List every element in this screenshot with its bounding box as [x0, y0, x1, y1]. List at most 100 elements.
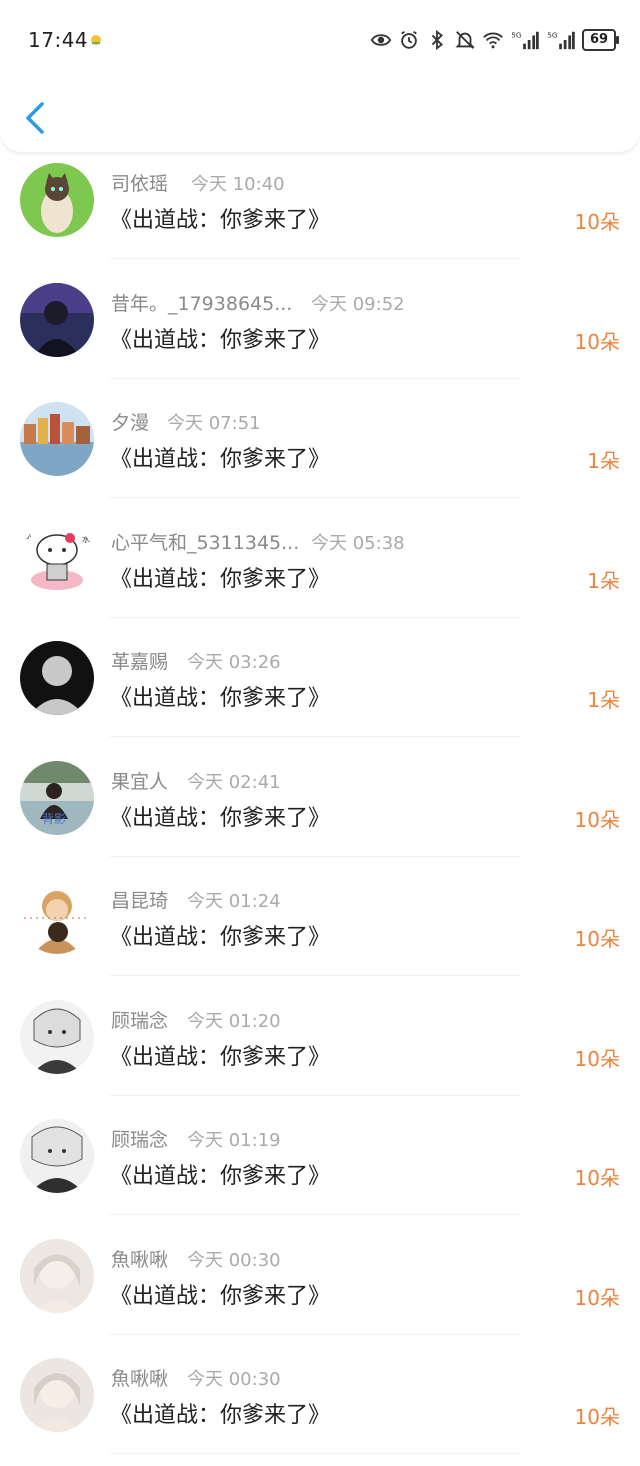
doll-avatar: [20, 1238, 94, 1313]
timestamp: 今天 00:30: [187, 1369, 281, 1390]
flower-count: 10朵: [574, 1166, 620, 1190]
timestamp: 今天 03:26: [187, 652, 281, 673]
work-title[interactable]: 《出道战：你爹来了》: [110, 322, 330, 354]
list-item[interactable]: 魚啾啾 今天 00:30 《出道战：你爹来了》 10朵: [0, 1228, 640, 1347]
timestamp: 今天 09:52: [311, 293, 405, 315]
eye-icon: [370, 34, 392, 46]
mute-icon: [455, 31, 475, 49]
row-divider: [110, 377, 520, 379]
manga-avatar: [20, 999, 94, 1074]
status-bar: 17:44 5G 5G 69: [0, 0, 640, 80]
timestamp: 今天 07:51: [167, 413, 261, 434]
status-time: 17:44: [28, 28, 89, 52]
row-divider: [110, 258, 520, 259]
alarm-icon: [401, 30, 417, 49]
svg-text:5G: 5G: [511, 30, 522, 39]
list-item[interactable]: 夕漫 今天 07:51 《出道战：你爹来了》 1朵: [0, 391, 640, 510]
svg-text:背影: 背影: [42, 812, 66, 826]
flower-count: 10朵: [574, 210, 620, 234]
work-title[interactable]: 《出道战：你爹来了》: [110, 1397, 330, 1429]
avatar[interactable]: [20, 163, 94, 237]
cat-avatar: [20, 163, 94, 237]
flower-count: 10朵: [574, 329, 620, 354]
list-item[interactable]: 昌昆琦 今天 01:24 《出道战：你爹来了》 10朵: [0, 869, 640, 988]
avatar[interactable]: 心水: [20, 521, 94, 596]
work-title[interactable]: 《出道战：你爹来了》: [110, 1158, 330, 1190]
avatar[interactable]: [20, 880, 94, 954]
avatar[interactable]: [20, 1238, 94, 1313]
back-button[interactable]: [18, 98, 52, 138]
doll-avatar-2: [20, 1358, 94, 1432]
list-item[interactable]: 顾瑞念 今天 01:20 《出道战：你爹来了》 10朵: [0, 989, 640, 1108]
flower-count: 10朵: [574, 807, 620, 832]
user-name[interactable]: 革嘉赐: [111, 647, 168, 674]
row-divider: [110, 855, 520, 857]
user-name[interactable]: 昔年。_17938645...: [111, 289, 292, 316]
timestamp: 今天 05:38: [311, 532, 405, 554]
user-name[interactable]: 司依瑶: [111, 169, 168, 196]
work-title[interactable]: 《出道战：你爹来了》: [110, 919, 330, 951]
list-item[interactable]: 心水心平气和_5311345... 今天 05:38 《出道战：你爹来了》 1朵: [0, 511, 640, 630]
flower-count: 10朵: [574, 1046, 620, 1071]
avatar[interactable]: [20, 999, 94, 1074]
row-divider: [110, 1214, 520, 1215]
timestamp: 今天 00:30: [187, 1249, 281, 1271]
avatar[interactable]: [20, 641, 94, 715]
user-name[interactable]: 顾瑞念: [111, 1006, 168, 1033]
list-item[interactable]: 司依瑶 今天 10:40 《出道战：你爹来了》 10朵: [0, 152, 640, 271]
user-name[interactable]: 夕漫: [111, 408, 149, 435]
status-icons: 5G 5G 69: [370, 28, 619, 52]
wifi-icon: [483, 32, 503, 49]
person-dark-avatar: [20, 282, 94, 357]
avatar[interactable]: [20, 1358, 94, 1432]
timestamp: 今天 02:41: [187, 771, 281, 793]
flower-count: 1朵: [587, 688, 620, 712]
signal-5g-icon-2: 5G: [547, 30, 575, 50]
row-divider: [110, 1094, 520, 1096]
svg-text:心: 心: [22, 530, 31, 541]
list-item[interactable]: 昔年。_17938645... 今天 09:52 《出道战：你爹来了》 10朵: [0, 272, 640, 391]
row-divider: [110, 1453, 520, 1454]
user-name[interactable]: 心平气和_5311345...: [111, 528, 299, 555]
signal-5g-icon: 5G: [511, 30, 539, 50]
user-name[interactable]: 果宜人: [111, 767, 168, 794]
user-name[interactable]: 顾瑞念: [111, 1125, 168, 1152]
work-title[interactable]: 《出道战：你爹来了》: [110, 680, 330, 712]
flower-count: 10朵: [574, 1405, 620, 1429]
work-title[interactable]: 《出道战：你爹来了》: [110, 1039, 330, 1071]
avatar[interactable]: [20, 402, 94, 476]
avatar[interactable]: [20, 282, 94, 357]
manga-avatar-2: [20, 1119, 94, 1193]
avatar[interactable]: [20, 1119, 94, 1193]
user-name[interactable]: 魚啾啾: [111, 1364, 168, 1391]
girl-field-avatar: 背影: [20, 760, 94, 835]
row-divider: [110, 497, 520, 498]
bluetooth-icon: [431, 29, 443, 51]
city-avatar: [20, 402, 94, 476]
user-name[interactable]: 魚啾啾: [111, 1245, 168, 1272]
flower-count: 1朵: [587, 449, 620, 473]
list-item[interactable]: 革嘉赐 今天 03:26 《出道战：你爹来了》 1朵: [0, 630, 640, 749]
timestamp: 今天 01:20: [187, 1010, 281, 1032]
list-item[interactable]: 背影 果宜人 今天 02:41 《出道战：你爹来了》 10朵: [0, 750, 640, 869]
battery-indicator: 69: [582, 29, 619, 51]
work-title[interactable]: 《出道战：你爹来了》: [110, 441, 330, 473]
flower-count: 10朵: [574, 927, 620, 951]
work-title[interactable]: 《出道战：你爹来了》: [110, 800, 330, 832]
hello-kitty-avatar: 心水: [20, 521, 94, 596]
list-item[interactable]: 魚啾啾 今天 00:30 《出道战：你爹来了》 10朵: [0, 1347, 640, 1466]
weather-icon: [91, 35, 101, 45]
user-name[interactable]: 昌昆琦: [111, 886, 168, 913]
row-divider: [110, 1333, 520, 1335]
work-title[interactable]: 《出道战：你爹来了》: [110, 1278, 330, 1310]
list-item[interactable]: 顾瑞念 今天 01:19 《出道战：你爹来了》 10朵: [0, 1108, 640, 1227]
svg-text:水: 水: [82, 534, 90, 544]
svg-text:5G: 5G: [547, 30, 558, 39]
timestamp: 今天 01:24: [187, 891, 281, 912]
avatar[interactable]: 背影: [20, 760, 94, 835]
work-title[interactable]: 《出道战：你爹来了》: [110, 202, 330, 234]
work-title[interactable]: 《出道战：你爹来了》: [110, 561, 330, 593]
anime-avatar: [20, 880, 94, 954]
row-divider: [110, 975, 520, 976]
timestamp: 今天 10:40: [191, 174, 285, 195]
